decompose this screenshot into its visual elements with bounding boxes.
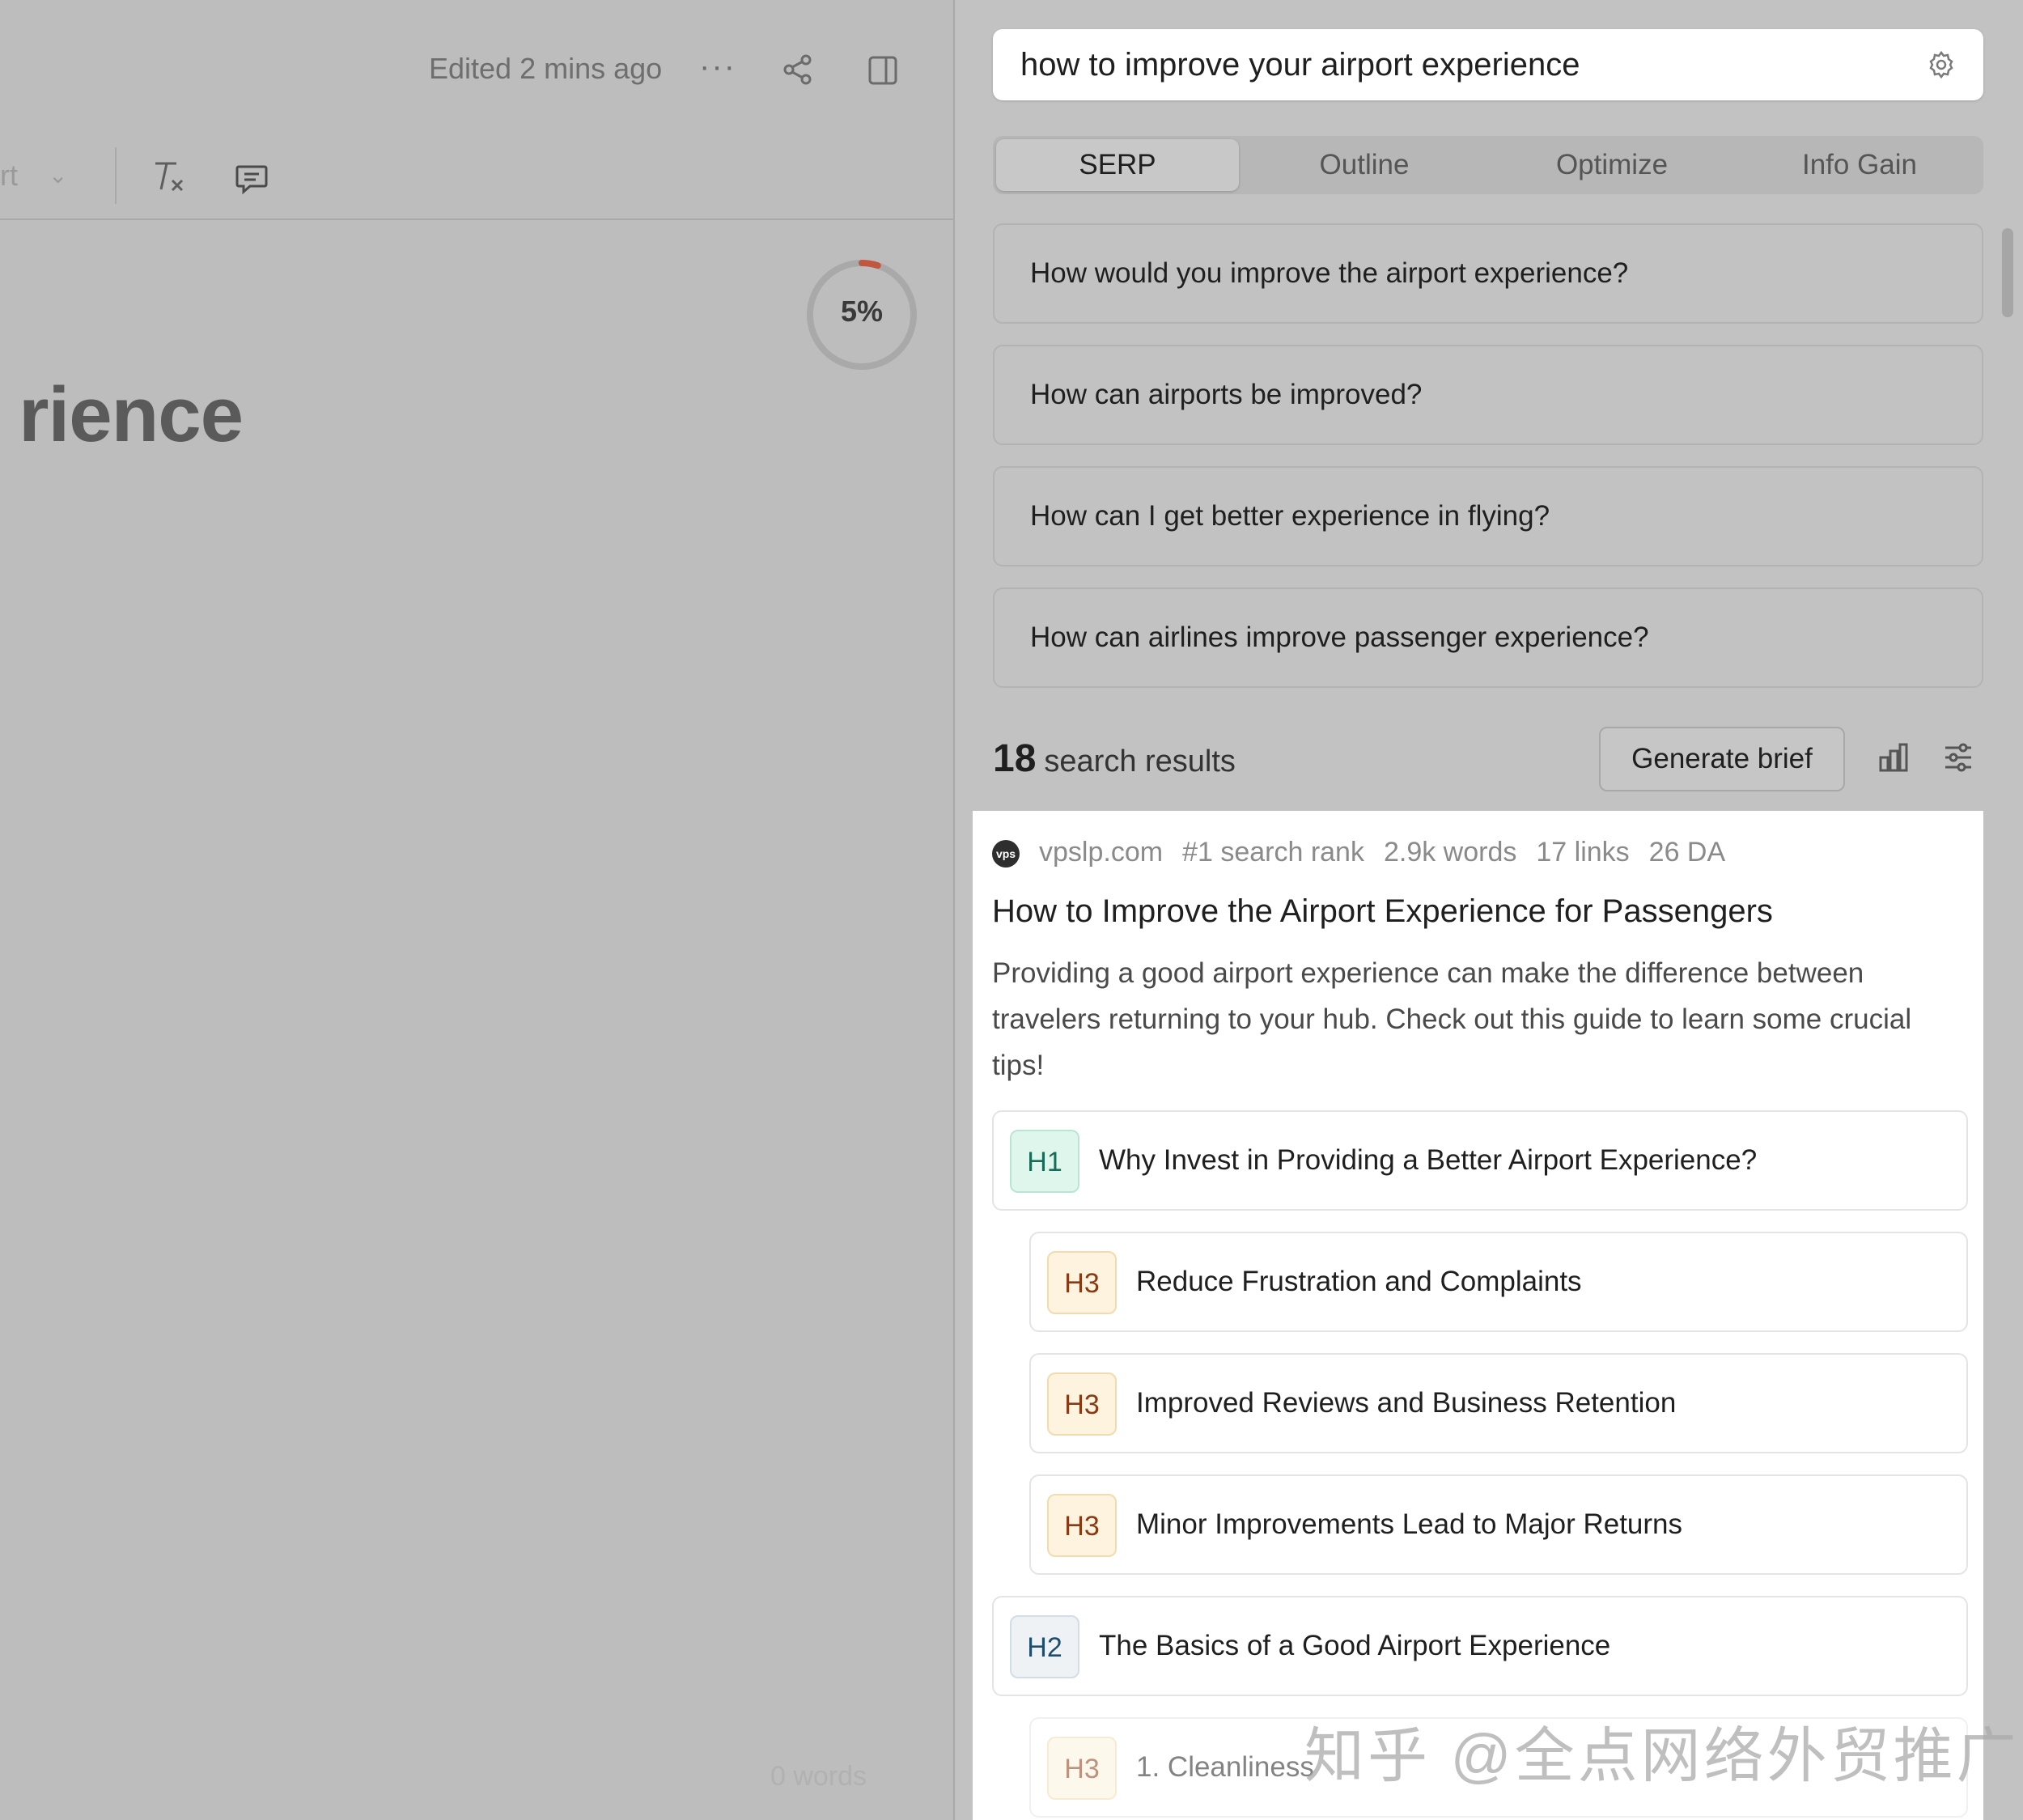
watermark: 知乎 @全点网络外贸推广 <box>1304 1722 2020 1789</box>
outline-heading[interactable]: H3 Minor Improvements Lead to Major Retu… <box>1029 1474 1968 1575</box>
word-count: 0 words <box>770 1761 867 1792</box>
filter-settings-icon[interactable] <box>1942 741 1974 778</box>
comment-icon[interactable] <box>235 162 269 200</box>
result-domain[interactable]: vpslp.com <box>1039 837 1163 868</box>
heading-level-badge: H2 <box>1010 1615 1079 1678</box>
result-description: Providing a good airport experience can … <box>992 957 1912 1081</box>
question-text: How would you improve the airport experi… <box>1030 257 1629 289</box>
outline-heading[interactable]: H2 The Basics of a Good Airport Experien… <box>992 1596 1968 1696</box>
panel-tabs: SERP Outline Optimize Info Gain <box>993 136 1983 194</box>
gear-icon[interactable] <box>1927 50 1956 83</box>
keyword-search-box[interactable]: how to improve your airport experience <box>993 29 1983 100</box>
result-links: 17 links <box>1536 837 1630 868</box>
chevron-down-icon[interactable]: ⌄ <box>49 162 67 189</box>
heading-text: Why Invest in Providing a Better Airport… <box>1099 1144 1758 1176</box>
question-text: How can airports be improved? <box>1030 379 1423 410</box>
question-item[interactable]: How would you improve the airport experi… <box>993 223 1983 324</box>
outline-heading[interactable]: H3 Reduce Frustration and Complaints <box>1029 1232 1968 1332</box>
generate-brief-button[interactable]: Generate brief <box>1599 727 1845 791</box>
results-count: 18 search results <box>993 736 1236 781</box>
document-title[interactable]: rience <box>0 371 243 460</box>
outline-heading[interactable]: H3 Improved Reviews and Business Retenti… <box>1029 1353 1968 1453</box>
bar-chart-icon[interactable] <box>1877 741 1910 778</box>
result-words: 2.9k words <box>1383 837 1517 868</box>
panel-toggle-icon[interactable] <box>867 55 898 90</box>
question-item[interactable]: How can airlines improve passenger exper… <box>993 588 1983 688</box>
tab-outline[interactable]: Outline <box>1241 136 1488 194</box>
question-item[interactable]: How can I get better experience in flyin… <box>993 466 1983 566</box>
heading-level-badge: H3 <box>1047 1737 1117 1800</box>
heading-text: The Basics of a Good Airport Experience <box>1099 1630 1611 1661</box>
result-da: 26 DA <box>1648 837 1726 868</box>
question-text: How can airlines improve passenger exper… <box>1030 622 1649 653</box>
panel-scrollbar[interactable] <box>2002 228 2013 317</box>
result-title[interactable]: How to Improve the Airport Experience fo… <box>992 893 1773 930</box>
site-favicon: vps <box>992 840 1020 868</box>
editor-pane: Edited 2 mins ago ··· rt ⌄ 5% rience 0 w… <box>0 0 953 1820</box>
outline-heading[interactable]: H1 Why Invest in Providing a Better Airp… <box>992 1110 1968 1211</box>
heading-level-badge: H1 <box>1010 1130 1079 1193</box>
heading-text: 1. Cleanliness <box>1136 1751 1314 1783</box>
result-meta: vps vpslp.com #1 search rank 2.9k words 17 l… <box>992 837 1745 868</box>
search-result-card[interactable]: vps vpslp.com #1 search rank 2.9k words 17 l… <box>973 811 1983 1820</box>
search-input[interactable]: how to improve your airport experience <box>1020 47 1580 83</box>
heading-level-badge: H3 <box>1047 1251 1117 1314</box>
heading-level-badge: H3 <box>1047 1494 1117 1557</box>
share-icon[interactable] <box>782 53 814 90</box>
tab-serp[interactable]: SERP <box>996 139 1239 191</box>
question-item[interactable]: How can airports be improved? <box>993 345 1983 445</box>
edited-status: Edited 2 mins ago <box>429 52 663 85</box>
results-count-number: 18 <box>993 737 1037 780</box>
toolbar-divider <box>115 147 117 204</box>
toolbar-border <box>0 218 953 220</box>
heading-level-badge: H3 <box>1047 1372 1117 1436</box>
heading-text: Minor Improvements Lead to Major Returns <box>1136 1508 1682 1540</box>
more-options-icon[interactable]: ··· <box>699 49 736 85</box>
heading-text: Improved Reviews and Business Retention <box>1136 1387 1677 1419</box>
clear-formatting-icon[interactable] <box>151 159 186 203</box>
question-text: How can I get better experience in flyin… <box>1030 500 1550 532</box>
text-style-dropdown[interactable]: rt <box>0 159 18 193</box>
tab-optimize[interactable]: Optimize <box>1488 136 1736 194</box>
tab-info-gain[interactable]: Info Gain <box>1736 136 1983 194</box>
result-rank: #1 search rank <box>1182 837 1364 868</box>
heading-text: Reduce Frustration and Complaints <box>1136 1266 1582 1297</box>
content-score-value: 5% <box>840 295 884 328</box>
results-count-label: search results <box>1044 745 1236 778</box>
